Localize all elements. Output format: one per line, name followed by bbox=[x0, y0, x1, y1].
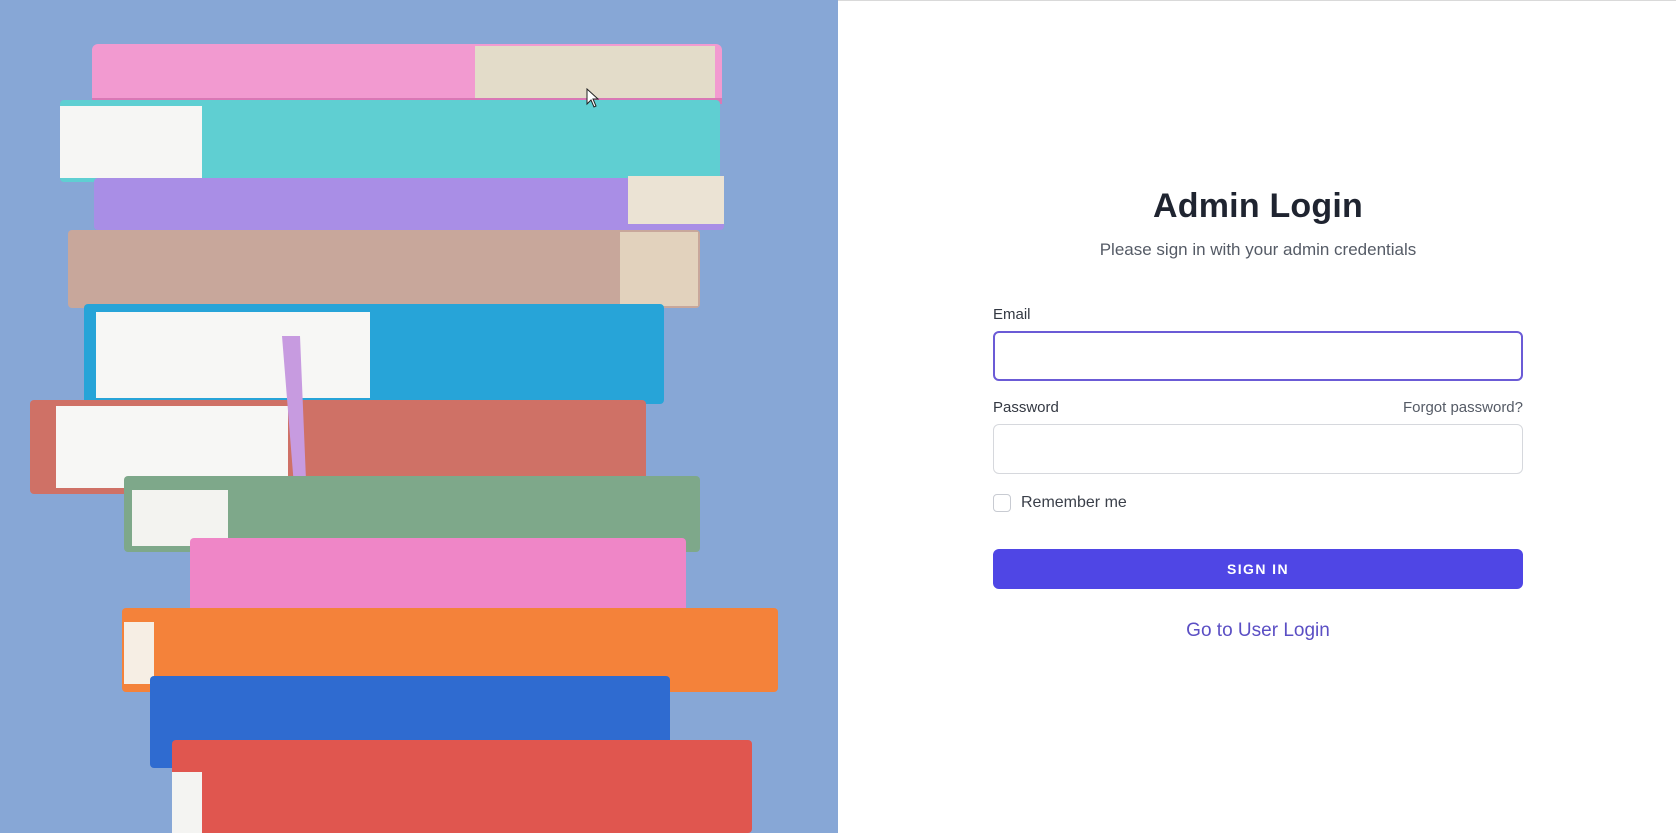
login-form: Admin Login Please sign in with your adm… bbox=[993, 187, 1523, 642]
email-field[interactable] bbox=[993, 331, 1523, 381]
books-stack-image bbox=[0, 0, 838, 833]
page-title: Admin Login bbox=[1153, 187, 1363, 225]
email-label-row: Email bbox=[993, 306, 1523, 323]
mouse-pointer-icon bbox=[586, 88, 600, 108]
remember-me-checkbox[interactable] bbox=[993, 494, 1011, 512]
remember-me-label[interactable]: Remember me bbox=[1021, 494, 1127, 512]
sign-in-button[interactable]: SIGN IN bbox=[993, 549, 1523, 589]
forgot-password-link[interactable]: Forgot password? bbox=[1403, 399, 1523, 416]
login-panel: Admin Login Please sign in with your adm… bbox=[838, 0, 1676, 833]
remember-me-row: Remember me bbox=[993, 494, 1523, 512]
email-label: Email bbox=[993, 306, 1031, 323]
login-page: Admin Login Please sign in with your adm… bbox=[0, 0, 1676, 833]
password-field[interactable] bbox=[993, 424, 1523, 474]
password-label: Password bbox=[993, 399, 1059, 416]
password-label-row: Password Forgot password? bbox=[993, 399, 1523, 416]
hero-image-panel bbox=[0, 0, 838, 833]
go-to-user-login-link[interactable]: Go to User Login bbox=[993, 620, 1523, 642]
page-subtitle: Please sign in with your admin credentia… bbox=[1099, 240, 1417, 259]
